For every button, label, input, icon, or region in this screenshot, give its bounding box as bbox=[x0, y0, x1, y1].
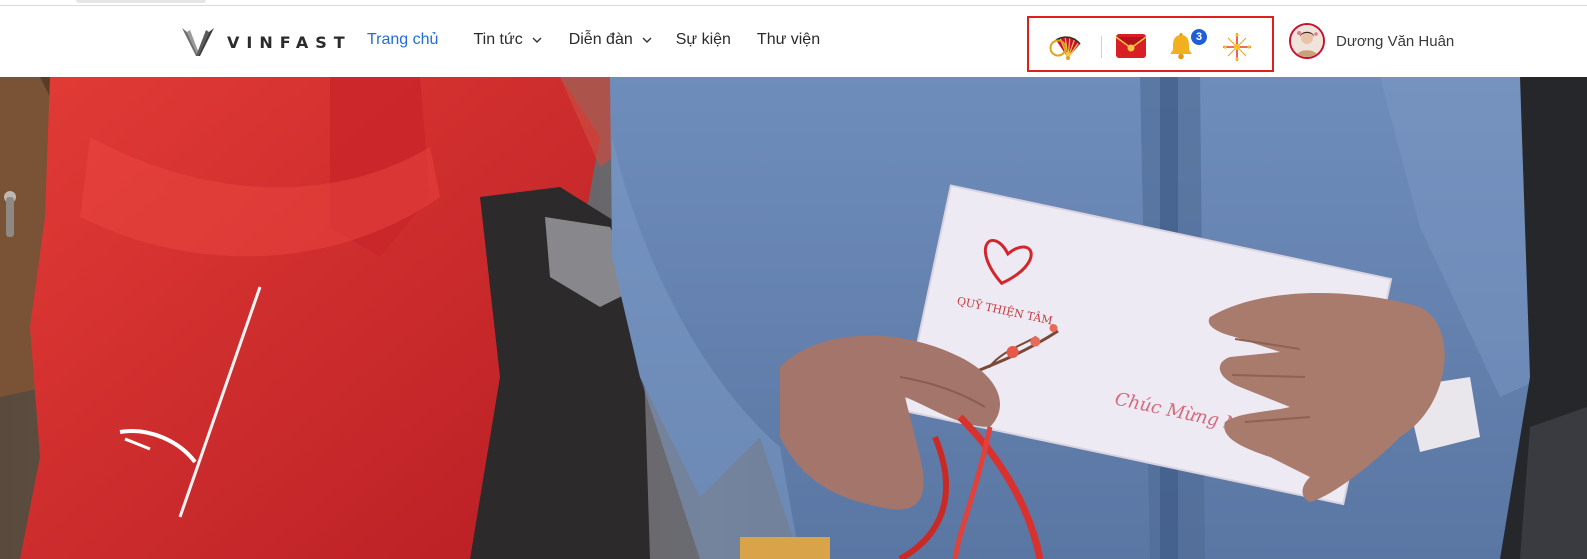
vinfast-v-logo-icon bbox=[182, 28, 214, 56]
user-profile-menu[interactable]: Dương Văn Huân bbox=[1289, 23, 1454, 59]
brand-name: VINFAST bbox=[227, 32, 352, 52]
nav-item-news[interactable]: Tin tức bbox=[473, 31, 542, 49]
hero-photo: QUỸ THIỆN TÂM Chúc Mừng Năm bbox=[0, 77, 1587, 559]
browser-tab-stub bbox=[76, 0, 206, 3]
paper-fan-button[interactable] bbox=[1048, 32, 1082, 65]
brand-logo[interactable]: VINFAST bbox=[181, 24, 352, 60]
nav-item-forum[interactable]: Diễn đàn bbox=[569, 31, 653, 49]
nav-item-home[interactable]: Trang chủ bbox=[367, 31, 438, 49]
notification-count-badge: 3 bbox=[1190, 28, 1208, 46]
hero-banner-image: QUỸ THIỆN TÂM Chúc Mừng Năm bbox=[0, 77, 1587, 559]
chevron-down-icon bbox=[532, 37, 542, 43]
site-header: VINFAST Trang chủ Tin tức Diễn đàn Sự ki… bbox=[0, 6, 1587, 77]
nav-item-events[interactable]: Sự kiện bbox=[676, 31, 731, 49]
red-envelope-button[interactable] bbox=[1115, 33, 1147, 64]
red-envelope-icon bbox=[1115, 34, 1147, 58]
chevron-down-icon bbox=[642, 37, 652, 43]
paper-fan-icon bbox=[1049, 35, 1081, 60]
firework-icon bbox=[1223, 33, 1251, 61]
nav-item-label: Thư viện bbox=[756, 31, 821, 48]
nav-item-label: Diễn đàn bbox=[568, 31, 633, 48]
festive-icons-group: 3 bbox=[1027, 16, 1274, 72]
user-avatar-image bbox=[1291, 25, 1323, 57]
nav-item-library[interactable]: Thư viện bbox=[757, 31, 820, 49]
firework-button[interactable] bbox=[1221, 31, 1253, 68]
user-avatar[interactable] bbox=[1289, 23, 1325, 59]
main-nav: Trang chủ Tin tức Diễn đàn Sự kiện Thư v… bbox=[367, 31, 820, 49]
nav-item-label: Sự kiện bbox=[675, 31, 731, 48]
icon-divider bbox=[1101, 36, 1102, 58]
nav-item-label: Trang chủ bbox=[367, 31, 439, 48]
user-name: Dương Văn Huân bbox=[1336, 32, 1455, 50]
nav-item-label: Tin tức bbox=[473, 31, 523, 48]
